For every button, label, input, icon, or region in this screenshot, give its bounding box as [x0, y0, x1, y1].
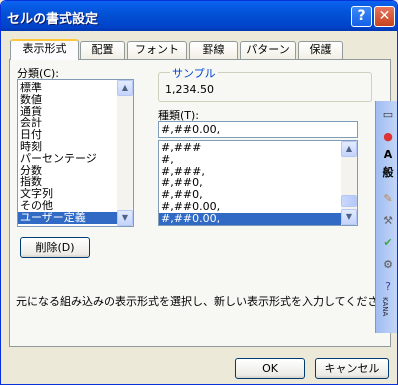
scroll-thumb[interactable]: [341, 195, 357, 207]
type-item[interactable]: #,##0.00,: [159, 212, 342, 225]
cancel-button[interactable]: キャンセル: [315, 358, 389, 379]
help-icon[interactable]: ?: [379, 279, 397, 295]
category-item[interactable]: ユーザー定義: [18, 211, 118, 224]
settings-icon[interactable]: ⚙: [379, 257, 397, 273]
title-bar: セルの書式設定 ? ✕: [1, 1, 397, 31]
window-title: セルの書式設定: [7, 12, 99, 27]
tab-protection[interactable]: 保護: [298, 41, 343, 59]
tab-pattern[interactable]: パターン: [240, 41, 296, 59]
type-input[interactable]: [158, 121, 358, 138]
type-item[interactable]: #,##0.00,: [159, 201, 342, 213]
tab-number-format[interactable]: 表示形式: [10, 39, 79, 60]
category-item[interactable]: 文字列: [18, 188, 118, 200]
delete-button[interactable]: 削除(D): [20, 237, 90, 258]
tab-font[interactable]: フォント: [127, 41, 187, 59]
check-icon[interactable]: ✔: [379, 235, 397, 251]
sample-legend: サンプル: [170, 65, 218, 81]
scroll-down-icon[interactable]: ▼: [341, 209, 357, 225]
ok-button[interactable]: OK: [235, 358, 305, 379]
scroll-down-icon[interactable]: ▼: [117, 210, 133, 226]
ime-mode-kanji[interactable]: 般: [379, 165, 397, 181]
type-item[interactable]: #,##0,: [159, 189, 342, 201]
keyboard-icon[interactable]: ▭: [379, 107, 397, 123]
tab-alignment[interactable]: 配置: [80, 41, 125, 59]
help-button[interactable]: ?: [351, 6, 372, 27]
type-item[interactable]: #,##0,: [159, 177, 342, 189]
category-item[interactable]: 標準: [18, 82, 118, 94]
type-item[interactable]: #,: [159, 154, 342, 166]
sample-value: 1,234.50: [165, 83, 214, 96]
category-item[interactable]: 通貨: [18, 106, 118, 118]
close-button[interactable]: ✕: [374, 6, 395, 27]
category-item[interactable]: 数値: [18, 94, 118, 106]
kana-indicator: KANA: [381, 297, 389, 317]
format-cells-dialog: セルの書式設定 ? ✕ 表示形式 配置 フォント 罫線 パターン 保護 分類(C…: [0, 0, 398, 385]
tab-panel: 分類(C): 標準 数値 通貨 会計 日付 時刻 パーセンテージ 分数 指数 文字列 その他 ユーザー…: [9, 59, 397, 347]
category-list[interactable]: 標準 数値 通貨 会計 日付 時刻 パーセンテージ 分数 指数 文字列 その他 ユーザー定義 ▲ ▼: [17, 79, 134, 227]
category-item[interactable]: 時刻: [18, 141, 118, 153]
type-list[interactable]: #,### #, #,###, #,##0, #,##0, #,##0.00, #,##0.…: [158, 140, 358, 226]
ime-mode-a[interactable]: A: [379, 147, 397, 163]
category-item[interactable]: パーセンテージ: [18, 153, 118, 165]
category-item[interactable]: 指数: [18, 176, 118, 188]
category-item[interactable]: 分数: [18, 165, 118, 177]
description-text: 元になる組み込みの表示形式を選択し、新しい表示形式を入力してください。: [16, 295, 398, 308]
pen-icon[interactable]: ✎: [379, 191, 397, 207]
category-scrollbar[interactable]: ▲ ▼: [117, 80, 133, 226]
ball-icon[interactable]: ●: [379, 129, 397, 145]
category-item[interactable]: その他: [18, 200, 118, 212]
scroll-up-icon[interactable]: ▲: [117, 80, 133, 96]
type-item[interactable]: #,###: [159, 142, 342, 154]
tool-icon[interactable]: ⚒: [379, 213, 397, 229]
scroll-up-icon[interactable]: ▲: [341, 141, 357, 157]
tab-border[interactable]: 罫線: [189, 41, 238, 59]
category-item[interactable]: 日付: [18, 129, 118, 141]
category-item[interactable]: 会計: [18, 117, 118, 129]
type-item[interactable]: #,###,: [159, 166, 342, 178]
type-scrollbar[interactable]: ▲ ▼: [341, 141, 357, 225]
ime-language-bar: ▭ ● A 般 ✎ ⚒ ✔ ⚙ ? KANA: [375, 101, 397, 333]
